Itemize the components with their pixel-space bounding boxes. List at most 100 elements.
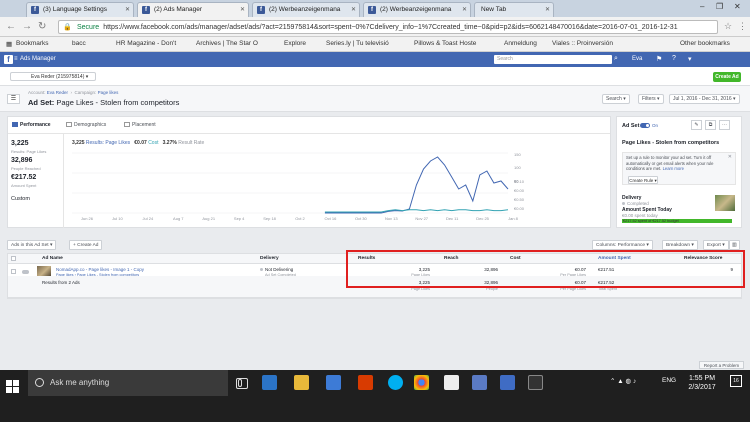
photos-icon[interactable] (444, 375, 459, 390)
file-explorer-icon[interactable] (294, 375, 309, 390)
skype-icon[interactable] (388, 375, 403, 390)
forward-icon[interactable]: → (22, 21, 32, 32)
close-icon[interactable]: ✕ (351, 6, 356, 13)
learn-more-link[interactable]: Learn more (663, 166, 684, 171)
back-icon[interactable]: ← (6, 21, 16, 32)
close-icon[interactable]: ✕ (545, 6, 550, 13)
chevron-down-icon[interactable]: ▾ (688, 55, 692, 63)
close-icon[interactable]: ✕ (728, 154, 732, 160)
language-indicator[interactable]: ENG (662, 377, 676, 384)
legend-cost[interactable]: Cost (148, 140, 158, 146)
office-icon[interactable] (358, 375, 373, 390)
adset-toggle[interactable] (640, 123, 650, 128)
create-ad-table-button[interactable]: + Create Ad (69, 240, 103, 250)
browser-tab-bar: f (3) Language Settings ✕ f (2) Ads Manager… (0, 0, 750, 17)
columns-settings-icon[interactable]: ▥ (729, 240, 740, 250)
tab-new-tab[interactable]: New Tab ✕ (474, 2, 554, 17)
edge-icon[interactable] (262, 375, 277, 390)
tab-werbeanzeigen-2[interactable]: f (2) Werbeanzeigenmana ✕ (363, 2, 471, 17)
bookmark-viales[interactable]: Viales :: Proinversión (552, 40, 613, 47)
close-icon[interactable]: ✕ (462, 6, 467, 13)
hamburger-icon[interactable]: ≡ (14, 56, 18, 62)
duplicate-icon[interactable]: ⧉ (705, 120, 716, 130)
columns-dropdown[interactable]: Columns: Performance ▾ (592, 240, 653, 250)
col-ad-name[interactable]: Ad Name (42, 254, 63, 264)
col-delivery[interactable]: Delivery (260, 254, 279, 264)
close-window-icon[interactable]: ✕ (734, 2, 741, 11)
create-ad-button[interactable]: Create Ad (713, 72, 741, 82)
tab-performance[interactable]: Performance (12, 122, 51, 128)
report-problem-button[interactable]: Report a Problem (699, 361, 744, 369)
ads-in-adset-dropdown[interactable]: Ads in this Ad Set ▾ (7, 240, 57, 250)
bookmark-hr-magazine[interactable]: HR Magazine - Don't (116, 40, 176, 47)
date-range-picker[interactable]: Jul 1, 2016 - Dec 31, 2016 ▾ (669, 94, 740, 104)
breadcrumb-campaign-link[interactable]: Page likes (98, 90, 119, 95)
create-rule-button[interactable]: Create Rule ▾ (628, 176, 658, 184)
x-tick-label: Oct 2 (295, 216, 305, 221)
legend-result-rate[interactable]: Result Rate (178, 140, 204, 146)
search-icon[interactable]: ⌕ (614, 55, 618, 63)
tab-language-settings[interactable]: f (3) Language Settings ✕ (26, 2, 134, 17)
bookmark-anmeldung[interactable]: Anmeldung (504, 40, 537, 47)
breadcrumb: Account: Eva Reder › Campaign: Page like… (28, 90, 119, 95)
star-icon[interactable]: ☆ (724, 21, 732, 32)
legend-results[interactable]: Results: Page Likes (86, 140, 130, 146)
rule-text: Set up a rule to monitor your ad set. Tu… (626, 155, 714, 171)
breakdown-dropdown[interactable]: Breakdown ▾ (662, 240, 698, 250)
bookmark-other[interactable]: Other bookmarks (680, 40, 730, 47)
y-tick-label: €0.00 (514, 206, 525, 211)
bookmark-explore[interactable]: Explore (284, 40, 306, 47)
menu-icon[interactable]: ⋮ (738, 21, 747, 32)
bookmark-seriesly[interactable]: Series.ly | Tu televisió (326, 40, 389, 47)
row-checkbox[interactable] (11, 269, 16, 274)
tab-ads-manager[interactable]: f (2) Ads Manager ✕ (137, 2, 249, 17)
rule-box: Set up a rule to monitor your ad set. Tu… (622, 152, 736, 185)
x-tick-label: Oct 16 (325, 216, 338, 221)
cortana-search-input[interactable]: Ask me anything (28, 370, 242, 396)
reload-icon[interactable]: ↻ (38, 21, 46, 32)
windows-start-icon[interactable] (6, 380, 20, 394)
bookmark-pillows[interactable]: Pillows & Toast Hoste (414, 40, 476, 47)
spent-today-value: €0.00 spent today (622, 213, 658, 218)
close-icon[interactable]: ✕ (125, 6, 130, 13)
export-dropdown[interactable]: Export ▾ (703, 240, 729, 250)
notifications-icon[interactable]: ⚑ (656, 55, 662, 63)
chrome-icon[interactable] (414, 375, 429, 390)
task-view-icon[interactable] (236, 378, 248, 389)
clock[interactable]: 1:55 PM 2/3/2017 (684, 374, 720, 392)
bookmark-bookmarks[interactable]: Bookmarks (16, 40, 49, 47)
row-toggle[interactable] (22, 270, 29, 274)
app-icon[interactable] (472, 375, 487, 390)
user-menu[interactable]: Eva (632, 56, 642, 62)
maximize-icon[interactable]: ❐ (716, 2, 723, 11)
status-dot (260, 268, 263, 272)
account-selector[interactable]: Eva Reder (215975814) ▾ (10, 72, 96, 81)
app-icon[interactable] (528, 375, 543, 390)
ad-name-link[interactable]: NomadApp.co - Page likes - Image 1 - Cop… (56, 267, 144, 272)
search-button[interactable]: Search ▾ (602, 94, 630, 104)
url-input[interactable]: 🔒 Secure https://www.facebook.com/ads/mana… (58, 20, 718, 34)
list-menu-icon[interactable]: ☰ (7, 94, 20, 104)
facebook-logo-icon[interactable]: f (4, 55, 13, 64)
select-all-checkbox[interactable] (11, 256, 16, 261)
edit-icon[interactable]: ✎ (691, 120, 702, 130)
network-icon[interactable]: ⌃ ▲ ◍ ♪ (610, 377, 636, 385)
fb-search-input[interactable]: Search (494, 55, 612, 64)
notification-center-icon[interactable]: 16 (730, 375, 742, 387)
tab-werbeanzeigen-1[interactable]: f (2) Werbeanzeigenmana ✕ (252, 2, 360, 17)
breadcrumb-account-link[interactable]: Eva Reder (47, 90, 68, 95)
apps-icon[interactable]: ▦ (6, 40, 12, 48)
minimize-icon[interactable]: – (700, 2, 704, 11)
tab-demographics[interactable]: Demographics (66, 122, 106, 128)
help-icon[interactable]: ? (672, 55, 676, 62)
bookmark-archives[interactable]: Archives | The Star O (196, 40, 258, 47)
filters-button[interactable]: Filters ▾ (638, 94, 664, 104)
bookmark-bacc[interactable]: bacc (72, 40, 86, 47)
store-icon[interactable] (326, 375, 341, 390)
word-icon[interactable] (500, 375, 515, 390)
close-icon[interactable]: ✕ (240, 6, 245, 13)
more-icon[interactable]: ⋯ (719, 120, 730, 130)
x-tick-label: Dec 11 (446, 216, 459, 221)
performance-panel: Performance Demographics Placement 3,225… (7, 116, 611, 228)
tab-placement[interactable]: Placement (124, 122, 156, 128)
